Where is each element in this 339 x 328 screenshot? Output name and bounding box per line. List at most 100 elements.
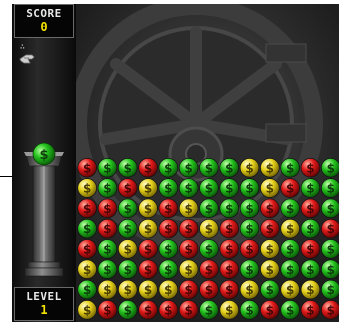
gem-green[interactable]: $: [117, 198, 138, 219]
gem-red[interactable]: $: [321, 218, 339, 239]
gem-red[interactable]: $: [158, 218, 179, 239]
gem-green[interactable]: $: [77, 279, 97, 300]
gem-yellow[interactable]: $: [117, 239, 138, 259]
gem-red[interactable]: $: [138, 300, 158, 320]
gem-red[interactable]: $: [239, 239, 260, 259]
gem-yellow[interactable]: $: [199, 218, 219, 239]
gem-yellow[interactable]: $: [280, 279, 300, 300]
gem-green[interactable]: $: [280, 198, 300, 219]
gem-red[interactable]: $: [199, 279, 219, 300]
gem-green[interactable]: $: [239, 300, 260, 320]
gem-green[interactable]: $: [178, 178, 199, 198]
gem-green[interactable]: $: [219, 198, 240, 219]
gem-green[interactable]: $: [97, 239, 118, 259]
gem-red[interactable]: $: [77, 158, 97, 178]
gem-red[interactable]: $: [178, 218, 199, 239]
gem-red[interactable]: $: [117, 178, 138, 198]
gem-red[interactable]: $: [97, 198, 118, 219]
gem-green[interactable]: $: [199, 198, 219, 219]
gem-red[interactable]: $: [260, 300, 280, 320]
gem-green[interactable]: $: [158, 158, 179, 178]
gem-yellow[interactable]: $: [77, 300, 97, 320]
gem-red[interactable]: $: [178, 239, 199, 259]
gem-green[interactable]: $: [117, 158, 138, 178]
gem-green[interactable]: $: [321, 158, 339, 178]
gem-red[interactable]: $: [219, 239, 240, 259]
gem-green[interactable]: $: [300, 259, 321, 280]
gem-green[interactable]: $: [97, 259, 118, 280]
gem-yellow[interactable]: $: [117, 279, 138, 300]
gem-yellow[interactable]: $: [260, 239, 280, 259]
gem-yellow[interactable]: $: [219, 300, 240, 320]
gem-green[interactable]: $: [158, 259, 179, 280]
gem-green[interactable]: $: [219, 158, 240, 178]
gem-green[interactable]: $: [280, 300, 300, 320]
gem-green[interactable]: $: [321, 279, 339, 300]
gem-green[interactable]: $: [280, 239, 300, 259]
gem-green[interactable]: $: [158, 239, 179, 259]
gem-yellow[interactable]: $: [77, 259, 97, 280]
gem-yellow[interactable]: $: [260, 178, 280, 198]
gem-green[interactable]: $: [199, 239, 219, 259]
gem-green[interactable]: $: [321, 239, 339, 259]
gem-red[interactable]: $: [280, 178, 300, 198]
gem-yellow[interactable]: $: [239, 158, 260, 178]
gem-green[interactable]: $: [158, 178, 179, 198]
gem-green[interactable]: $: [77, 218, 97, 239]
gem-red[interactable]: $: [219, 218, 240, 239]
gem-yellow[interactable]: $: [138, 218, 158, 239]
gem-red[interactable]: $: [158, 300, 179, 320]
gem-red[interactable]: $: [158, 198, 179, 219]
gem-green[interactable]: $: [97, 178, 118, 198]
gem-green[interactable]: $: [300, 218, 321, 239]
gem-yellow[interactable]: $: [178, 198, 199, 219]
gem-green[interactable]: $: [300, 178, 321, 198]
gem-red[interactable]: $: [178, 300, 199, 320]
gem-green[interactable]: $: [219, 178, 240, 198]
gem-green[interactable]: $: [97, 158, 118, 178]
gem-yellow[interactable]: $: [260, 259, 280, 280]
gem-green[interactable]: $: [280, 259, 300, 280]
gem-green[interactable]: $: [321, 198, 339, 219]
gem-red[interactable]: $: [77, 239, 97, 259]
gem-yellow[interactable]: $: [138, 178, 158, 198]
gem-red[interactable]: $: [138, 239, 158, 259]
gem-green[interactable]: $: [117, 218, 138, 239]
gem-green[interactable]: $: [321, 259, 339, 279]
gem-green[interactable]: $: [280, 158, 300, 178]
gem-green[interactable]: $: [199, 178, 219, 198]
gem-green[interactable]: $: [321, 178, 339, 198]
gem-red[interactable]: $: [138, 259, 158, 280]
gem-yellow[interactable]: $: [178, 259, 199, 280]
gem-green[interactable]: $: [199, 300, 219, 320]
gem-green[interactable]: $: [178, 158, 199, 178]
gem-red[interactable]: $: [219, 279, 240, 300]
gem-red[interactable]: $: [97, 300, 118, 320]
gem-green[interactable]: $: [239, 259, 260, 280]
gem-yellow[interactable]: $: [280, 218, 300, 239]
gem-yellow[interactable]: $: [260, 158, 280, 178]
gem-red[interactable]: $: [321, 300, 339, 320]
gem-red[interactable]: $: [300, 239, 321, 259]
gem-yellow[interactable]: $: [97, 279, 118, 300]
gem-yellow[interactable]: $: [239, 279, 260, 300]
gem-red[interactable]: $: [300, 158, 321, 178]
game-screen[interactable]: SCORE 0 ∴ $ LEVEL 1 $ $ $ $ $ $ $ $ $ $ …: [12, 4, 339, 322]
gem-red[interactable]: $: [260, 218, 280, 239]
gem-green[interactable]: $: [117, 300, 138, 320]
gem-red[interactable]: $: [138, 158, 158, 178]
gem-green[interactable]: $: [239, 178, 260, 198]
playfield[interactable]: $ $ $ $ $ $ $ $ $ $ $ $ $ $ $ $ $ $ $ $ $ $ $ $ $ $ $ $ $ $ $ $ $ $ $ $ $ $ $ $…: [76, 4, 339, 322]
gem-yellow[interactable]: $: [77, 178, 97, 198]
gem-red[interactable]: $: [260, 198, 280, 219]
gem-green[interactable]: $: [199, 158, 219, 178]
gem-yellow[interactable]: $: [158, 279, 179, 300]
gem-green[interactable]: $: [239, 198, 260, 219]
gem-red[interactable]: $: [97, 218, 118, 239]
gem-green[interactable]: $: [239, 218, 260, 239]
gem-red[interactable]: $: [178, 279, 199, 300]
gem-red[interactable]: $: [300, 198, 321, 219]
gem-yellow[interactable]: $: [138, 279, 158, 300]
gem-green[interactable]: $: [117, 259, 138, 280]
gem-red[interactable]: $: [300, 300, 321, 320]
